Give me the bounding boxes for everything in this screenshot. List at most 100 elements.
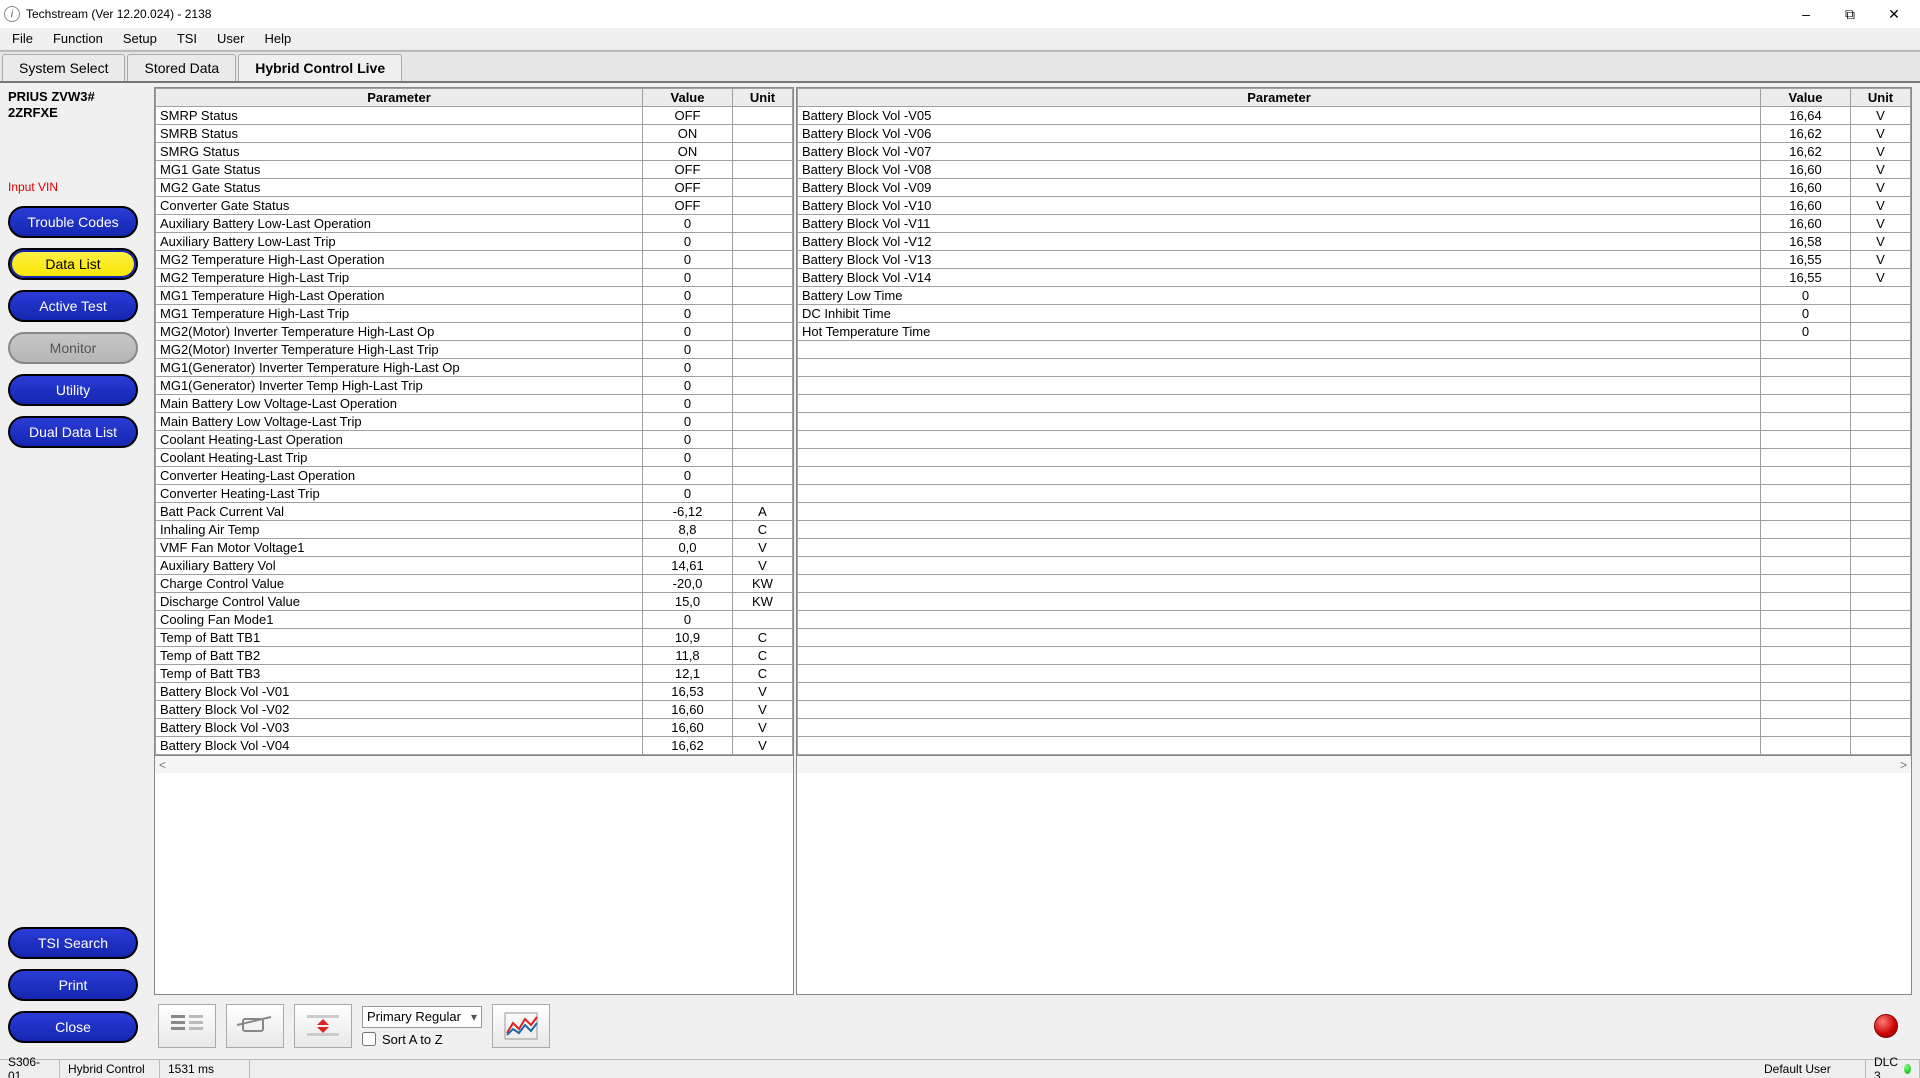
- table-row[interactable]: Converter Heating-Last Trip0: [156, 485, 793, 503]
- col-header-unit[interactable]: Unit: [1851, 89, 1911, 107]
- table-row[interactable]: SMRB StatusON: [156, 125, 793, 143]
- menu-setup[interactable]: Setup: [113, 29, 167, 48]
- parameter-select-button[interactable]: [158, 1004, 216, 1048]
- col-header-parameter[interactable]: Parameter: [798, 89, 1761, 107]
- data-mode-select[interactable]: Primary Regular: [362, 1006, 482, 1028]
- cell-unit: [733, 233, 793, 251]
- table-row[interactable]: Main Battery Low Voltage-Last Trip0: [156, 413, 793, 431]
- table-row[interactable]: MG1 Gate StatusOFF: [156, 161, 793, 179]
- cell-unit: V: [1851, 161, 1911, 179]
- cell-unit: KW: [733, 593, 793, 611]
- tab-hybrid-control-live[interactable]: Hybrid Control Live: [238, 54, 402, 81]
- cell-value: 0: [643, 611, 733, 629]
- table-row[interactable]: Battery Block Vol -V0616,62V: [798, 125, 1911, 143]
- tab-system-select[interactable]: System Select: [2, 54, 125, 81]
- minimize-button[interactable]: –: [1784, 0, 1828, 28]
- menu-user[interactable]: User: [207, 29, 254, 48]
- table-row[interactable]: Battery Block Vol -V1416,55V: [798, 269, 1911, 287]
- tsi-search-button[interactable]: TSI Search: [8, 927, 138, 959]
- table-row[interactable]: Converter Heating-Last Operation0: [156, 467, 793, 485]
- close-button[interactable]: Close: [8, 1011, 138, 1043]
- maximize-button[interactable]: ⧉: [1828, 0, 1872, 28]
- table-row[interactable]: Cooling Fan Mode10: [156, 611, 793, 629]
- table-row[interactable]: Battery Block Vol -V1016,60V: [798, 197, 1911, 215]
- menu-tsi[interactable]: TSI: [167, 29, 207, 48]
- col-header-unit[interactable]: Unit: [733, 89, 793, 107]
- table-row[interactable]: DC Inhibit Time0: [798, 305, 1911, 323]
- table-row[interactable]: MG1 Temperature High-Last Operation0: [156, 287, 793, 305]
- menu-help[interactable]: Help: [255, 29, 302, 48]
- connector-view-button[interactable]: [226, 1004, 284, 1048]
- table-row[interactable]: Temp of Batt TB110,9C: [156, 629, 793, 647]
- table-row[interactable]: MG2 Temperature High-Last Operation0: [156, 251, 793, 269]
- table-row[interactable]: MG2 Temperature High-Last Trip0: [156, 269, 793, 287]
- table-row[interactable]: Coolant Heating-Last Operation0: [156, 431, 793, 449]
- monitor-button[interactable]: Monitor: [8, 332, 138, 364]
- data-list-button[interactable]: Data List: [8, 248, 138, 280]
- cell-parameter: Auxiliary Battery Low-Last Trip: [156, 233, 643, 251]
- table-row[interactable]: Auxiliary Battery Vol14,61V: [156, 557, 793, 575]
- table-row[interactable]: Battery Block Vol -V0316,60V: [156, 719, 793, 737]
- dual-data-list-button[interactable]: Dual Data List: [8, 416, 138, 448]
- table-row[interactable]: Converter Gate StatusOFF: [156, 197, 793, 215]
- table-row[interactable]: Battery Block Vol -V1116,60V: [798, 215, 1911, 233]
- table-row[interactable]: MG1(Generator) Inverter Temp High-Last T…: [156, 377, 793, 395]
- print-button[interactable]: Print: [8, 969, 138, 1001]
- horizontal-scrollbar-right[interactable]: >: [797, 755, 1911, 773]
- tab-stored-data[interactable]: Stored Data: [127, 54, 236, 81]
- menu-function[interactable]: Function: [43, 29, 113, 48]
- table-row[interactable]: Battery Block Vol -V0216,60V: [156, 701, 793, 719]
- table-row[interactable]: Inhaling Air Temp8,8C: [156, 521, 793, 539]
- table-row[interactable]: SMRP StatusOFF: [156, 107, 793, 125]
- table-row[interactable]: Battery Block Vol -V0516,64V: [798, 107, 1911, 125]
- table-row[interactable]: Battery Block Vol -V1216,58V: [798, 233, 1911, 251]
- table-row[interactable]: Hot Temperature Time0: [798, 323, 1911, 341]
- data-grid-right[interactable]: Parameter Value Unit Battery Block Vol -…: [796, 87, 1912, 995]
- table-row[interactable]: Discharge Control Value15,0KW: [156, 593, 793, 611]
- cell-value: 0: [643, 359, 733, 377]
- data-grid-left[interactable]: Parameter Value Unit SMRP StatusOFFSMRB …: [154, 87, 794, 995]
- sort-a-to-z-checkbox[interactable]: Sort A to Z: [362, 1032, 482, 1047]
- horizontal-scrollbar-left[interactable]: <: [155, 755, 793, 773]
- table-row[interactable]: Battery Block Vol -V0716,62V: [798, 143, 1911, 161]
- table-row[interactable]: MG2 Gate StatusOFF: [156, 179, 793, 197]
- input-vin-link[interactable]: Input VIN: [8, 180, 142, 194]
- utility-button[interactable]: Utility: [8, 374, 138, 406]
- vehicle-header: PRIUS ZVW3# 2ZRFXE: [8, 89, 142, 120]
- col-header-value[interactable]: Value: [1761, 89, 1851, 107]
- table-row[interactable]: Main Battery Low Voltage-Last Operation0: [156, 395, 793, 413]
- col-header-parameter[interactable]: Parameter: [156, 89, 643, 107]
- table-row[interactable]: Battery Low Time0: [798, 287, 1911, 305]
- table-row[interactable]: Charge Control Value-20,0KW: [156, 575, 793, 593]
- table-row[interactable]: Batt Pack Current Val-6,12A: [156, 503, 793, 521]
- expand-collapse-button[interactable]: [294, 1004, 352, 1048]
- close-window-button[interactable]: ✕: [1872, 0, 1916, 28]
- graph-view-button[interactable]: [492, 1004, 550, 1048]
- trouble-codes-button[interactable]: Trouble Codes: [8, 206, 138, 238]
- table-row[interactable]: Auxiliary Battery Low-Last Trip0: [156, 233, 793, 251]
- table-row[interactable]: Auxiliary Battery Low-Last Operation0: [156, 215, 793, 233]
- menu-file[interactable]: File: [2, 29, 43, 48]
- table-row[interactable]: MG1 Temperature High-Last Trip0: [156, 305, 793, 323]
- table-row[interactable]: Battery Block Vol -V0116,53V: [156, 683, 793, 701]
- table-row[interactable]: VMF Fan Motor Voltage10,0V: [156, 539, 793, 557]
- table-row[interactable]: MG2(Motor) Inverter Temperature High-Las…: [156, 341, 793, 359]
- table-row[interactable]: SMRG StatusON: [156, 143, 793, 161]
- table-row[interactable]: Battery Block Vol -V0916,60V: [798, 179, 1911, 197]
- table-row[interactable]: Temp of Batt TB312,1C: [156, 665, 793, 683]
- table-row[interactable]: Battery Block Vol -V0416,62V: [156, 737, 793, 755]
- table-row[interactable]: Battery Block Vol -V1316,55V: [798, 251, 1911, 269]
- cell-unit: [733, 269, 793, 287]
- cell-parameter: Battery Block Vol -V13: [798, 251, 1761, 269]
- active-test-button[interactable]: Active Test: [8, 290, 138, 322]
- table-row[interactable]: Battery Block Vol -V0816,60V: [798, 161, 1911, 179]
- table-row[interactable]: MG1(Generator) Inverter Temperature High…: [156, 359, 793, 377]
- sort-a-to-z-input[interactable]: [362, 1032, 376, 1046]
- cell-parameter: Battery Block Vol -V03: [156, 719, 643, 737]
- cell-unit: V: [1851, 107, 1911, 125]
- table-row[interactable]: MG2(Motor) Inverter Temperature High-Las…: [156, 323, 793, 341]
- table-row[interactable]: Coolant Heating-Last Trip0: [156, 449, 793, 467]
- col-header-value[interactable]: Value: [643, 89, 733, 107]
- table-row[interactable]: Temp of Batt TB211,8C: [156, 647, 793, 665]
- record-indicator[interactable]: [1874, 1014, 1898, 1038]
